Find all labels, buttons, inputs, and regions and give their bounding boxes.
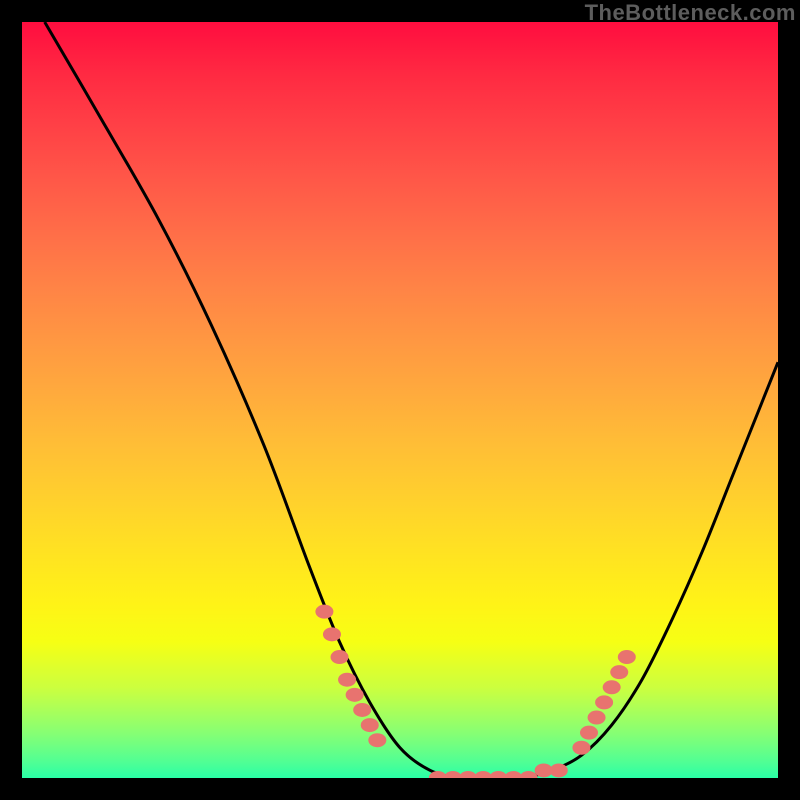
chart-container: TheBottleneck.com bbox=[0, 0, 800, 800]
marker-dot bbox=[323, 627, 341, 641]
marker-dot bbox=[588, 711, 606, 725]
marker-dot bbox=[610, 665, 628, 679]
marker-dot bbox=[331, 650, 349, 664]
marker-dot bbox=[580, 726, 598, 740]
marker-dot bbox=[618, 650, 636, 664]
watermark-text: TheBottleneck.com bbox=[585, 0, 796, 26]
plot-area bbox=[22, 22, 778, 778]
curve-svg bbox=[22, 22, 778, 778]
marker-dot bbox=[572, 741, 590, 755]
marker-dot bbox=[338, 673, 356, 687]
marker-dot bbox=[520, 771, 538, 778]
marker-dot bbox=[550, 763, 568, 777]
marker-dot bbox=[361, 718, 379, 732]
marker-dot bbox=[353, 703, 371, 717]
marker-dot bbox=[346, 688, 364, 702]
bottleneck-curve bbox=[45, 22, 778, 778]
marker-dot bbox=[603, 680, 621, 694]
marker-dot bbox=[315, 605, 333, 619]
marker-dot bbox=[595, 695, 613, 709]
marker-dot bbox=[368, 733, 386, 747]
